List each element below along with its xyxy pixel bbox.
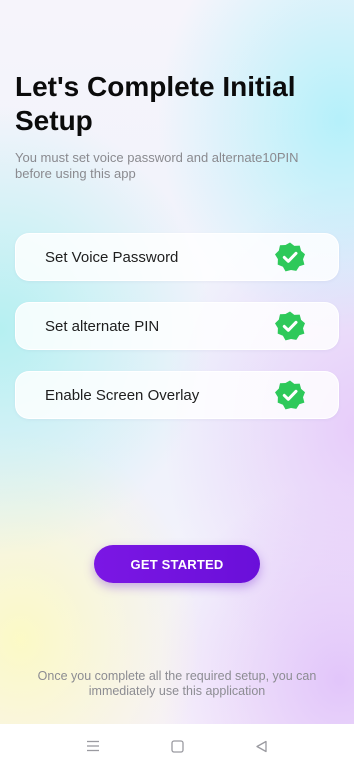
check-badge-icon — [275, 242, 305, 272]
footer-note: Once you complete all the required setup… — [37, 669, 317, 698]
setup-screen: Let's Complete Initial Setup You must se… — [0, 0, 354, 768]
menu-icon — [87, 740, 99, 752]
check-badge-icon — [275, 380, 305, 410]
setup-checklist: Set Voice Password Set alternate PIN Ena… — [15, 233, 339, 440]
setup-item-screen-overlay[interactable]: Enable Screen Overlay — [15, 371, 339, 419]
setup-item-label: Set alternate PIN — [45, 317, 160, 335]
setup-item-alternate-pin[interactable]: Set alternate PIN — [15, 302, 339, 350]
get-started-button[interactable]: GET STARTED — [94, 545, 260, 583]
page-subtitle: You must set voice password and alternat… — [15, 150, 299, 181]
nav-menu-button[interactable] — [51, 724, 135, 768]
nav-back-button[interactable] — [219, 724, 303, 768]
setup-item-voice-password[interactable]: Set Voice Password — [15, 233, 339, 281]
system-navigation-bar — [0, 724, 354, 768]
page-title: Let's Complete Initial Setup — [15, 71, 296, 136]
setup-item-label: Set Voice Password — [45, 248, 179, 266]
check-badge-icon — [275, 311, 305, 341]
nav-home-button[interactable] — [135, 724, 219, 768]
home-square-icon — [170, 739, 184, 753]
back-triangle-icon — [255, 740, 267, 752]
setup-item-label: Enable Screen Overlay — [45, 386, 200, 404]
